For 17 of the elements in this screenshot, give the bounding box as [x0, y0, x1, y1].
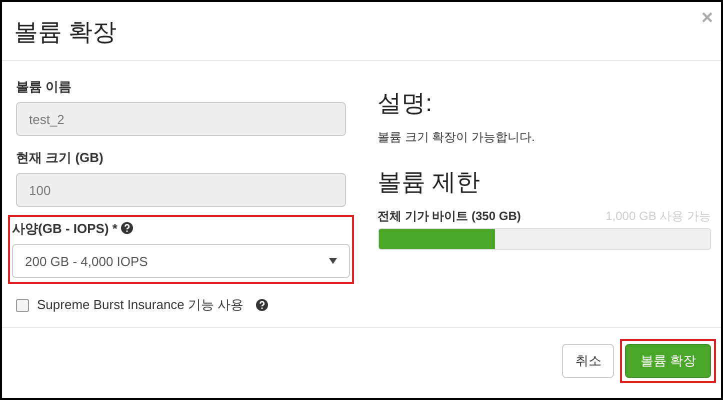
field-label: 볼륨 이름: [16, 79, 72, 94]
section-heading: 볼륨 제한: [378, 168, 482, 198]
checkbox-label: Supreme Burst Insurance 기능 사용: [37, 296, 244, 314]
caret-icon: [328, 258, 336, 264]
field-label: 현재 크기 (GB): [16, 150, 104, 165]
help-icon[interactable]: [256, 299, 268, 311]
help-icon[interactable]: [121, 222, 134, 234]
checkbox[interactable]: [16, 298, 29, 312]
section-heading: 설명:: [378, 89, 434, 119]
dialog-title: 볼륨 확장: [14, 18, 117, 48]
field-label: 사양(GB - IOPS) *: [12, 221, 118, 236]
close-icon[interactable]: ×: [701, 8, 713, 28]
cancel-button[interactable]: 취소: [562, 344, 614, 378]
expand-button[interactable]: 볼륨 확장: [625, 344, 711, 378]
description-text: 볼륨 크기 확장이 가능합니다.: [378, 129, 536, 146]
size-select[interactable]: 200 GB - 4,000 IOPS: [12, 244, 350, 278]
usage-label: 전체 기가 바이트 (350 GB): [378, 208, 521, 225]
